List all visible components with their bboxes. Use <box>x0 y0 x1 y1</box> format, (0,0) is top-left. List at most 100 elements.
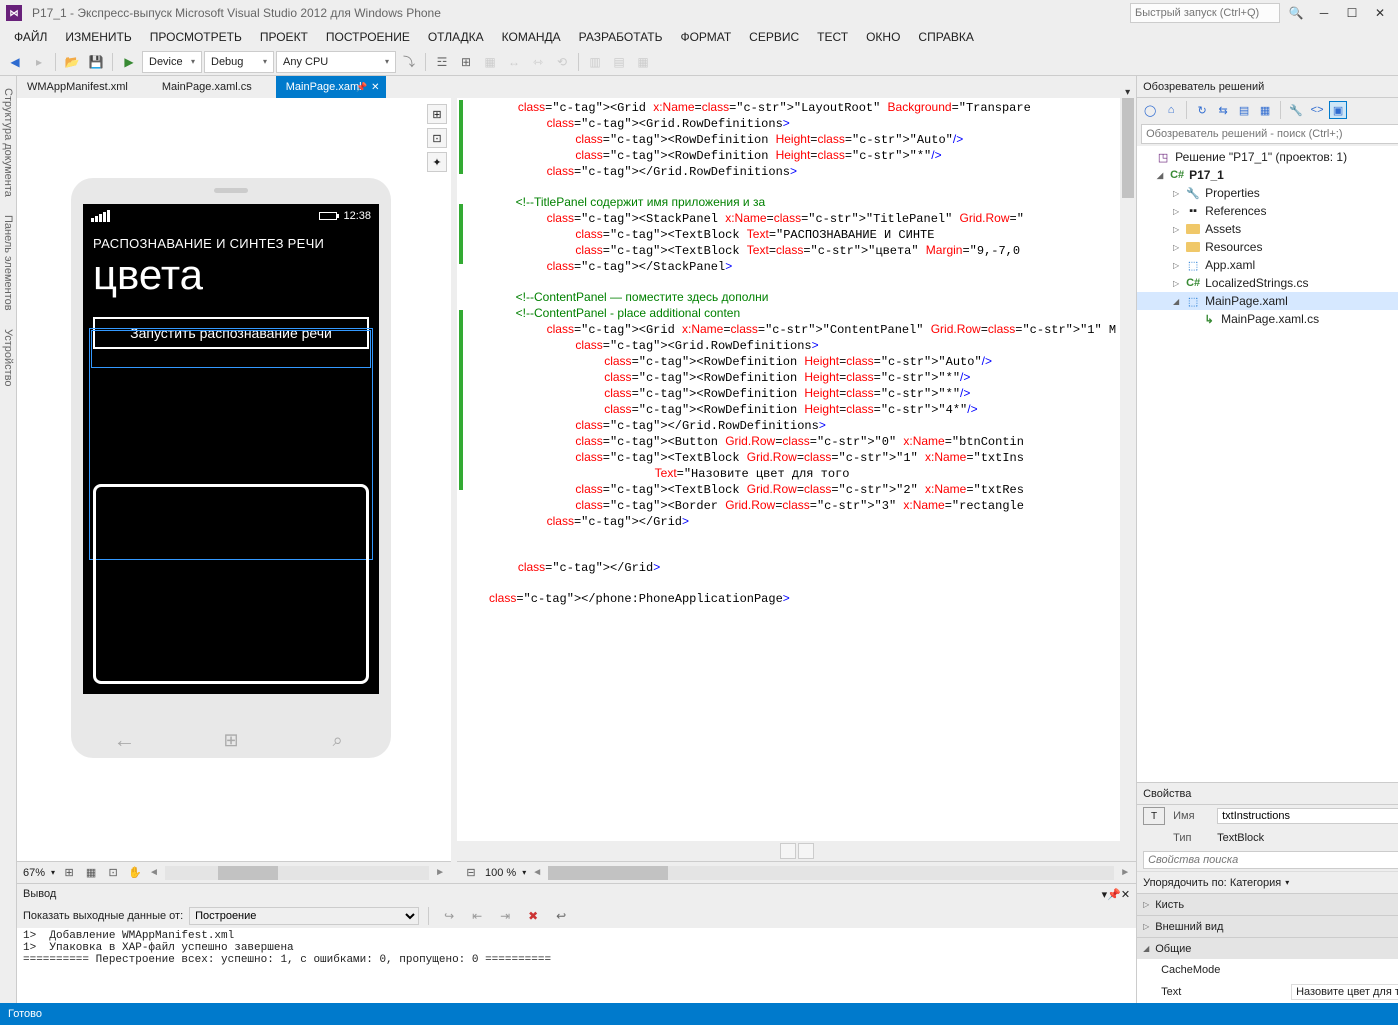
sln-preview-icon[interactable]: <> <box>1308 101 1326 119</box>
menu-help[interactable]: СПРАВКА <box>910 28 982 46</box>
output-wrap-icon[interactable]: ↩ <box>550 905 572 927</box>
menu-project[interactable]: ПРОЕКТ <box>252 28 316 46</box>
misc3-icon[interactable]: ▦ <box>632 51 654 73</box>
new-project-icon[interactable]: 📂 <box>61 51 83 73</box>
output-next-icon[interactable]: ⇥ <box>494 905 516 927</box>
menu-service[interactable]: СЕРВИС <box>741 28 807 46</box>
solution-tree[interactable]: ◳Решение "P17_1" (проектов: 1) ◢C#P17_1 … <box>1137 146 1398 782</box>
output-clear-icon[interactable]: ✖ <box>522 905 544 927</box>
menu-edit[interactable]: ИЗМЕНИТЬ <box>57 28 139 46</box>
menu-debug[interactable]: ОТЛАДКА <box>420 28 492 46</box>
phone-start-button[interactable]: Запустить распознавание речи <box>93 317 369 349</box>
tabs-overflow-icon[interactable]: ▾ <box>1119 87 1136 98</box>
nav-back-icon[interactable]: ◀ <box>4 51 26 73</box>
tree-localized[interactable]: ▷C#LocalizedStrings.cs <box>1137 274 1398 292</box>
size-icon[interactable]: ⇿ <box>527 51 549 73</box>
collapse-icon[interactable]: ⊟ <box>463 865 479 881</box>
hand-icon[interactable]: ✋ <box>127 865 143 881</box>
order-icon[interactable]: ▦ <box>479 51 501 73</box>
close-tab-icon[interactable]: ✕ <box>371 82 379 93</box>
phone-screen[interactable]: 12:38 РАСПОЗНАВАНИЕ И СИНТЕЗ РЕЧИ цвета … <box>83 204 379 694</box>
menu-team[interactable]: КОМАНДА <box>494 28 569 46</box>
sln-collapse-icon[interactable]: ▤ <box>1235 101 1253 119</box>
actual-icon[interactable]: ▦ <box>83 865 99 881</box>
cat-brush[interactable]: ▷Кисть <box>1137 893 1398 915</box>
sln-refresh-icon[interactable]: ↻ <box>1193 101 1211 119</box>
code-zoom[interactable]: 100 % <box>485 867 516 879</box>
menu-format[interactable]: ФОРМАТ <box>672 28 739 46</box>
tree-app-xaml[interactable]: ▷⬚App.xaml <box>1137 256 1398 274</box>
save-icon[interactable]: 💾 <box>85 51 107 73</box>
tab-manifest[interactable]: WMAppManifest.xml <box>17 76 152 98</box>
align-icon[interactable]: ⊞ <box>455 51 477 73</box>
zoom-level[interactable]: 67% <box>23 867 45 879</box>
sln-view-icon[interactable]: ▣ <box>1329 101 1347 119</box>
menu-window[interactable]: ОКНО <box>858 28 908 46</box>
grid-toggle-icon[interactable]: ⊞ <box>427 104 447 124</box>
minimize-button[interactable]: ─ <box>1312 4 1336 22</box>
effects-icon[interactable]: ✦ <box>427 152 447 172</box>
search-icon[interactable]: 🔍 <box>1284 4 1308 22</box>
menu-view[interactable]: ПРОСМОТРЕТЬ <box>142 28 250 46</box>
menu-file[interactable]: ФАЙЛ <box>6 28 55 46</box>
tree-references[interactable]: ▷▪▪References <box>1137 202 1398 220</box>
menu-design[interactable]: РАЗРАБОТАТЬ <box>571 28 671 46</box>
designer-hscroll[interactable] <box>165 866 429 880</box>
zoom-in-icon[interactable]: ⊡ <box>105 865 121 881</box>
output-text[interactable]: 1> Добавление WMAppManifest.xml 1> Упако… <box>17 928 1136 1003</box>
code-vscroll[interactable] <box>1120 98 1136 841</box>
flip-icon[interactable]: ⟲ <box>551 51 573 73</box>
tree-resources[interactable]: ▷Resources <box>1137 238 1398 256</box>
misc1-icon[interactable]: ▥ <box>584 51 606 73</box>
fit-icon[interactable]: ⊞ <box>61 865 77 881</box>
sln-properties-icon[interactable]: 🔧 <box>1287 101 1305 119</box>
split-h-icon[interactable] <box>780 843 796 859</box>
nav-fwd-icon[interactable]: ▸ <box>28 51 50 73</box>
tree-properties[interactable]: ▷🔧Properties <box>1137 184 1398 202</box>
step-icon[interactable]: ⤵ <box>398 51 420 73</box>
close-button[interactable]: ✕ <box>1368 4 1392 22</box>
solution-search-input[interactable] <box>1141 124 1398 144</box>
code-pane[interactable]: class="c-tag"><Grid x:Name=class="c-str"… <box>457 98 1136 841</box>
tab-doc-structure[interactable]: Структура документа <box>0 82 16 203</box>
props-search-input[interactable] <box>1143 851 1398 869</box>
code-text[interactable]: class="c-tag"><Grid x:Name=class="c-str"… <box>485 98 1120 841</box>
tab-toolbox[interactable]: Панель элементов <box>0 209 16 317</box>
tab-mainpage-xaml[interactable]: MainPage.xaml📌✕ <box>276 76 386 98</box>
menu-test[interactable]: ТЕСТ <box>809 28 856 46</box>
group-icon[interactable]: ☲ <box>431 51 453 73</box>
device-dropdown[interactable]: Device <box>142 51 202 73</box>
cat-common[interactable]: ◢Общие <box>1137 937 1398 959</box>
output-pin-icon[interactable]: 📌 <box>1107 888 1121 901</box>
tree-assets[interactable]: ▷Assets <box>1137 220 1398 238</box>
split-v-icon[interactable] <box>798 843 814 859</box>
sln-home-icon[interactable]: ⌂ <box>1162 101 1180 119</box>
menu-build[interactable]: ПОСТРОЕНИЕ <box>318 28 418 46</box>
sln-sync-icon[interactable]: ⇆ <box>1214 101 1232 119</box>
cat-appearance[interactable]: ▷Внешний вид <box>1137 915 1398 937</box>
tree-mainpage-cs[interactable]: ↳MainPage.xaml.cs <box>1137 310 1398 328</box>
tree-solution[interactable]: ◳Решение "P17_1" (проектов: 1) <box>1137 148 1398 166</box>
code-hscroll[interactable] <box>548 866 1114 880</box>
snap-toggle-icon[interactable]: ⊡ <box>427 128 447 148</box>
props-name-input[interactable] <box>1217 808 1398 824</box>
output-goto-icon[interactable]: ↪ <box>438 905 460 927</box>
output-source-select[interactable]: Построение <box>189 907 419 925</box>
designer-canvas[interactable]: ⊞ ⊡ ✦ 12:38 <box>17 98 451 861</box>
quick-launch-input[interactable] <box>1130 3 1280 23</box>
tree-project[interactable]: ◢C#P17_1 <box>1137 166 1398 184</box>
config-dropdown[interactable]: Debug <box>204 51 274 73</box>
pin-icon[interactable]: 📌 <box>356 82 367 93</box>
space-icon[interactable]: ↔ <box>503 51 525 73</box>
sln-showall-icon[interactable]: ▦ <box>1256 101 1274 119</box>
tab-device[interactable]: Устройство <box>0 323 16 393</box>
props-arrange-row[interactable]: Упорядочить по: Категория ▾ <box>1137 871 1398 893</box>
tree-mainpage-xaml[interactable]: ◢⬚MainPage.xaml <box>1137 292 1398 310</box>
output-prev-icon[interactable]: ⇤ <box>466 905 488 927</box>
sln-back-icon[interactable]: ◯ <box>1141 101 1159 119</box>
tab-mainpage-cs[interactable]: MainPage.xaml.cs <box>152 76 276 98</box>
maximize-button[interactable]: ☐ <box>1340 4 1364 22</box>
misc2-icon[interactable]: ▤ <box>608 51 630 73</box>
prop-text-value[interactable]: Назовите цвет для того, чтобы фон фигуры… <box>1291 984 1398 1000</box>
start-debug-button[interactable]: ▶ <box>118 51 140 73</box>
